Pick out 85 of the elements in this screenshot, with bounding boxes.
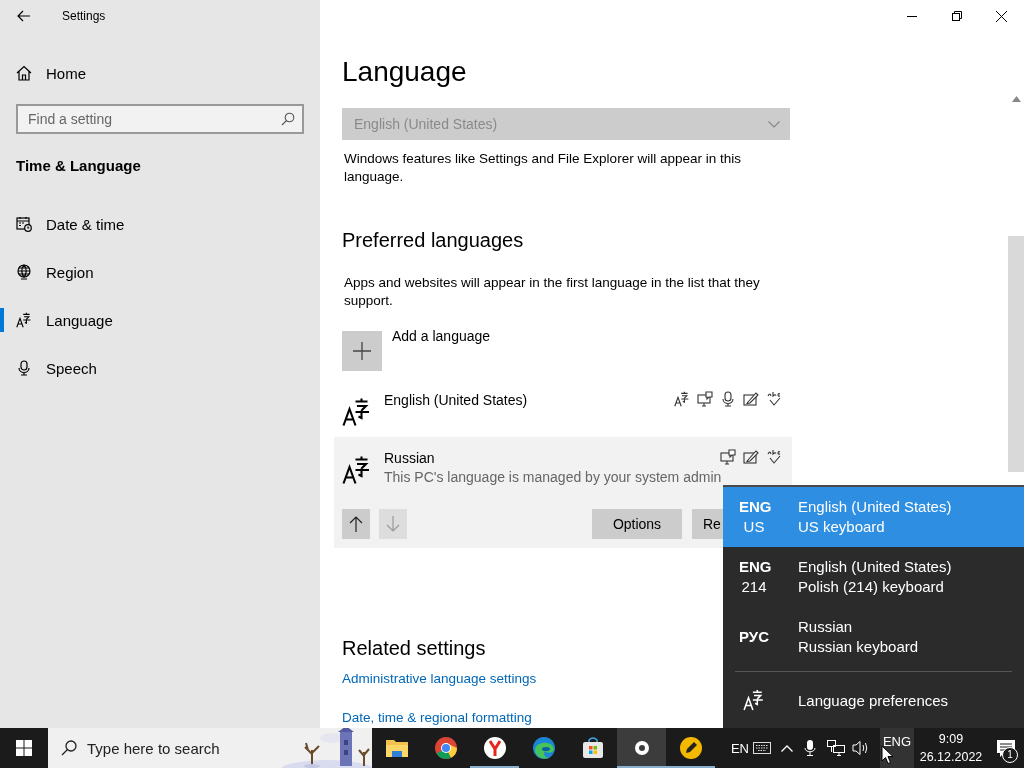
language-name: Russian [384, 449, 435, 468]
keyboard-name: Russian keyboard [798, 637, 919, 657]
display-icon [697, 391, 713, 407]
sidebar-item[interactable]: Speech [0, 344, 320, 392]
input-method-item[interactable]: РУС Russian Russian keyboard [723, 607, 1024, 667]
arrow-down-icon [386, 516, 400, 532]
settings-link[interactable]: Date, time & regional formatting [342, 709, 532, 727]
language-code: РУС [739, 627, 769, 647]
handwriting-icon [743, 391, 759, 407]
language-name: English (United States) [798, 557, 952, 577]
restore-icon [951, 11, 962, 21]
microphone-icon [720, 391, 736, 407]
remove-button[interactable]: Re [692, 509, 723, 539]
move-up-button[interactable] [342, 509, 370, 539]
language-name: English (United States) [798, 497, 952, 517]
scroll-up-icon[interactable] [1011, 96, 1021, 102]
home-nav-item[interactable]: Home [0, 53, 304, 93]
language-icon [743, 689, 765, 711]
input-method-item[interactable]: ENG 214 English (United States) Polish (214) keyboard [723, 547, 1024, 607]
search-field[interactable]: Find a setting [16, 104, 304, 134]
options-button[interactable]: Options [592, 509, 682, 539]
home-icon [16, 65, 32, 81]
arrow-up-icon [349, 516, 363, 532]
settings-link[interactable]: Administrative language settings [342, 670, 537, 688]
search-icon [281, 112, 295, 126]
back-arrow-icon [17, 10, 31, 22]
spelling-icon [766, 391, 782, 407]
notification-badge: 1 [1002, 747, 1018, 763]
text-icon [674, 391, 690, 407]
store-icon [580, 736, 605, 760]
layout-code: US [742, 517, 766, 537]
language-icon [16, 312, 32, 328]
windows-logo-icon [16, 740, 32, 756]
microphone-icon [16, 360, 32, 376]
taskbar-app-button[interactable] [617, 728, 666, 768]
close-icon [996, 10, 1007, 22]
network-icon[interactable] [827, 740, 845, 756]
language-preferences-item[interactable]: Language preferences [723, 675, 1024, 725]
sidebar-item[interactable]: Date & time [0, 200, 320, 248]
yandex-browser-icon [482, 736, 507, 760]
plus-icon [353, 342, 371, 360]
keyboard-layout-indicator[interactable]: EN [726, 728, 753, 768]
add-language-button[interactable]: Add a language [342, 328, 491, 371]
cursor-icon [881, 745, 894, 765]
input-indicator[interactable]: ENG [880, 728, 914, 768]
chevron-down-icon [768, 120, 780, 128]
chevron-up-icon[interactable] [781, 744, 793, 752]
language-icon [342, 397, 372, 427]
language-code: ENG [739, 497, 769, 517]
page-title: Language [342, 55, 468, 89]
keyboard-name: US keyboard [798, 517, 886, 537]
language-name: Russian [798, 617, 854, 637]
calendar-icon [16, 216, 32, 232]
section-heading: Related settings [342, 636, 486, 661]
language-row[interactable]: English (United States) [334, 383, 792, 435]
globe-icon [16, 264, 32, 280]
pencil-app-icon [678, 736, 703, 760]
language-icon [342, 455, 372, 485]
layout-code: 214 [740, 577, 768, 597]
edge-icon [531, 736, 556, 760]
display-icon [720, 449, 736, 465]
folder-icon [384, 737, 409, 759]
volume-icon[interactable] [852, 740, 870, 756]
sidebar-item[interactable]: Region [0, 248, 320, 296]
clock[interactable]: 9:09 26.12.2022 [914, 729, 988, 767]
language-code: ENG [739, 557, 769, 577]
spelling-icon [766, 449, 782, 465]
section-heading: Preferred languages [342, 228, 525, 253]
description-text: Apps and websites will appear in the first language in the list that they support. [344, 274, 761, 310]
search-icon [61, 740, 77, 756]
description-text: Windows features like Settings and File Explorer will appear in this language. [344, 150, 742, 186]
chrome-icon [433, 736, 458, 760]
language-name: English (United States) [384, 391, 528, 410]
microphone-icon[interactable] [804, 740, 816, 756]
window-title: Settings [62, 9, 106, 23]
notification-button[interactable]: 1 [988, 728, 1024, 768]
scrollbar-thumb[interactable] [1008, 236, 1024, 472]
keyboard-name: Polish (214) keyboard [798, 577, 945, 597]
sidebar-item[interactable]: Language [0, 296, 320, 344]
keyboard-icon[interactable] [753, 742, 771, 754]
menu-item-label: Language preferences [798, 691, 949, 709]
taskbar-search-field[interactable]: Type here to search [48, 728, 372, 768]
language-note: This PC's language is managed by your system admin [384, 468, 723, 487]
section-heading: Time & Language [16, 156, 142, 176]
handwriting-icon [743, 449, 759, 465]
